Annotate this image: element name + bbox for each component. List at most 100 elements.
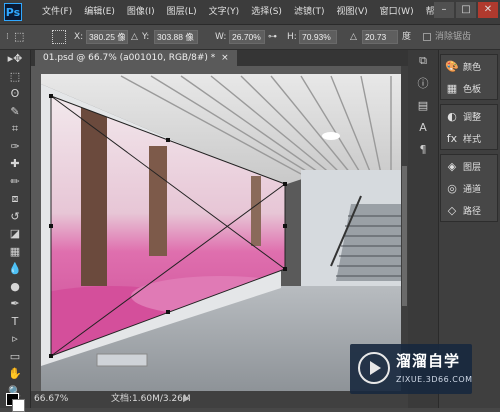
h-label: H:: [287, 32, 297, 42]
angle-unit: 度: [402, 32, 412, 42]
close-button[interactable]: ✕: [478, 2, 498, 18]
w-label: W:: [215, 32, 227, 42]
reference-point-icon[interactable]: [52, 30, 66, 44]
quick-select-tool-icon[interactable]: ✎: [0, 103, 30, 121]
x-field[interactable]: [86, 30, 128, 44]
menu-layer[interactable]: 图层(L): [161, 0, 203, 24]
path-select-tool-icon[interactable]: ▹: [0, 330, 30, 348]
menu-select[interactable]: 选择(S): [245, 0, 288, 24]
panel-button-palette[interactable]: 🎨 颜色: [441, 55, 497, 77]
panel-group: ◐ 调整 fx 样式: [440, 104, 498, 150]
minimize-button[interactable]: –: [434, 2, 454, 18]
blur-tool-icon[interactable]: 💧: [0, 260, 30, 278]
y-field[interactable]: [154, 30, 198, 44]
window-controls: – □ ✕: [434, 2, 498, 18]
swatches-icon: ▦: [446, 81, 458, 95]
info-icon[interactable]: ⓘ: [408, 72, 438, 94]
clone-stamp-tool-icon[interactable]: ⧈: [0, 190, 30, 208]
gradient-tool-icon[interactable]: ▦: [0, 243, 30, 261]
panel-label: 颜色: [463, 62, 482, 73]
adjustments-icon: ◐: [447, 109, 457, 123]
panel-group: 🎨 颜色 ▦ 色板: [440, 54, 498, 100]
panel-group: ◈ 图层 ◎ 通道 ◇ 路径: [440, 154, 498, 222]
tab-close-icon[interactable]: ×: [221, 53, 229, 63]
character-icon[interactable]: A: [408, 116, 438, 138]
watermark-subtitle: ZIXUE.3D66.COM: [396, 375, 473, 384]
panel-label: 色板: [463, 84, 482, 95]
maximize-button[interactable]: □: [456, 2, 476, 18]
canvas[interactable]: [31, 66, 401, 391]
healing-tool-icon[interactable]: ✚: [0, 155, 30, 173]
panel-button-styles[interactable]: fx 样式: [441, 127, 497, 149]
eyedropper-tool-icon[interactable]: ✑: [0, 138, 30, 156]
panel-button-channels[interactable]: ◎ 通道: [441, 177, 497, 199]
panel-label: 图层: [463, 162, 482, 173]
paragraph-icon[interactable]: ¶: [408, 138, 438, 160]
link-icon[interactable]: ⊶: [268, 25, 277, 49]
history-brush-tool-icon[interactable]: ↺: [0, 208, 30, 226]
y-label: Y:: [142, 32, 150, 42]
antialias-checkbox[interactable]: [423, 33, 431, 41]
history-icon[interactable]: ⧉: [408, 50, 438, 72]
watermark-title: 溜溜自学: [396, 352, 461, 370]
panel-label: 通道: [463, 184, 482, 195]
styles-icon: fx: [446, 131, 458, 145]
document-tab-title: 01.psd @ 66.7% (a001010, RGB/8#) *: [43, 53, 216, 63]
transform-tool-icon: ⬚: [14, 30, 25, 43]
canvas-image: [31, 66, 401, 391]
properties-icon[interactable]: ▤: [408, 94, 438, 116]
lasso-tool-icon[interactable]: ʘ: [0, 85, 30, 103]
options-bar: ⁞ ⬚ X: △ Y: W: ⊶ H: △ 度 消除锯齿: [0, 25, 500, 50]
type-tool-icon[interactable]: T: [0, 313, 30, 331]
menu-image[interactable]: 图像(I): [121, 0, 161, 24]
menu-filter[interactable]: 滤镜(T): [288, 0, 331, 24]
antialias-label: 消除锯齿: [435, 32, 472, 42]
document-tab[interactable]: 01.psd @ 66.7% (a001010, RGB/8#) * ×: [35, 50, 237, 66]
panel-label: 样式: [463, 134, 482, 145]
delta-icon: △: [131, 32, 138, 42]
status-arrow-icon[interactable]: ▶: [183, 391, 190, 408]
move-tool-icon[interactable]: ▸✥: [0, 50, 30, 68]
options-grip-icon: ⁞: [6, 32, 9, 42]
play-icon: [358, 352, 390, 384]
panel-button-adjustments[interactable]: ◐ 调整: [441, 105, 497, 127]
menu-window[interactable]: 窗口(W): [374, 0, 420, 24]
angle-field[interactable]: [362, 30, 398, 44]
panel-label: 调整: [463, 112, 482, 123]
menu-view[interactable]: 视图(V): [330, 0, 373, 24]
zoom-level[interactable]: 66.67%: [34, 391, 68, 408]
eraser-tool-icon[interactable]: ◪: [0, 225, 30, 243]
photoshop-logo: Ps: [4, 3, 22, 21]
width-field[interactable]: [229, 30, 265, 44]
height-field[interactable]: [299, 30, 337, 44]
tools-panel: ▸✥ ⬚ ʘ ✎ ⌗ ✑ ✚ ✏ ⧈ ↺ ◪ ▦ 💧 ● ✒ T ▹ ▭ ✋ 🔍: [0, 50, 31, 412]
panel-list: 🎨 颜色 ▦ 色板 ◐ 调整 fx 样式 ◈ 图层 ◎ 通道 ◇ 路径: [440, 54, 498, 226]
dodge-tool-icon[interactable]: ●: [0, 278, 30, 296]
document-info: 文档:1.60M/3.26M: [111, 394, 191, 404]
channels-icon: ◎: [447, 181, 457, 195]
menu-edit[interactable]: 编辑(E): [78, 0, 121, 24]
hand-tool-icon[interactable]: ✋: [0, 365, 30, 383]
crop-tool-icon[interactable]: ⌗: [0, 120, 30, 138]
watermark-logo: 溜溜自学 ZIXUE.3D66.COM: [350, 344, 472, 394]
rotate-icon: △: [350, 32, 357, 42]
background-color-swatch[interactable]: [12, 399, 25, 412]
menu-items: 文件(F) 编辑(E) 图像(I) 图层(L) 文字(Y) 选择(S) 滤镜(T…: [36, 0, 450, 24]
scroll-thumb[interactable]: [402, 166, 407, 306]
layers-icon: ◈: [447, 159, 457, 173]
menu-type[interactable]: 文字(Y): [203, 0, 246, 24]
panel-button-swatches[interactable]: ▦ 色板: [441, 77, 497, 99]
marquee-tool-icon[interactable]: ⬚: [0, 68, 30, 86]
panel-label: 路径: [463, 206, 482, 217]
paths-icon: ◇: [447, 203, 457, 217]
panel-button-paths[interactable]: ◇ 路径: [441, 199, 497, 221]
pen-tool-icon[interactable]: ✒: [0, 295, 30, 313]
brush-tool-icon[interactable]: ✏: [0, 173, 30, 191]
x-label: X:: [74, 32, 84, 42]
menu-bar: Ps 文件(F) 编辑(E) 图像(I) 图层(L) 文字(Y) 选择(S) 滤…: [0, 0, 500, 25]
shape-tool-icon[interactable]: ▭: [0, 348, 30, 366]
palette-icon: 🎨: [445, 59, 459, 73]
menu-file[interactable]: 文件(F): [36, 0, 78, 24]
vertical-scrollbar[interactable]: [401, 66, 408, 391]
panel-button-layers[interactable]: ◈ 图层: [441, 155, 497, 177]
